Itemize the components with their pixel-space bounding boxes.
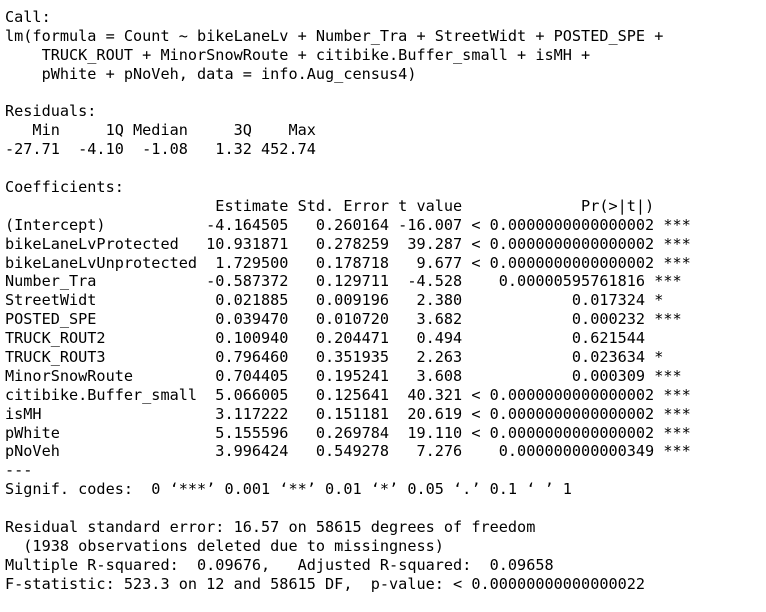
coefficient-row: Number_Tra -0.587372 0.129711 -4.528 0.0… <box>5 272 682 291</box>
signif-codes-legend: Signif. codes: 0 ‘***’ 0.001 ‘**’ 0.01 ‘… <box>5 480 572 499</box>
r-squared-line: Multiple R-squared: 0.09676, Adjusted R-… <box>5 555 563 574</box>
residuals-header: Residuals: <box>5 102 97 121</box>
coefficient-row: citibike.Buffer_small 5.066005 0.125641 … <box>5 385 691 404</box>
coefficient-row: bikeLaneLvUnprotected 1.729500 0.178718 … <box>5 253 691 272</box>
coefficient-row: (Intercept) -4.164505 0.260164 -16.007 <… <box>5 215 691 234</box>
coefficient-row: bikeLaneLvProtected 10.931871 0.278259 3… <box>5 234 691 253</box>
coefficient-row: POSTED_SPE 0.039470 0.010720 3.682 0.000… <box>5 310 682 329</box>
call-header: Call: <box>5 8 51 26</box>
separator-line: --- <box>5 461 33 480</box>
call-formula-line-2: TRUCK_ROUT + MinorSnowRoute + citibike.B… <box>5 45 591 64</box>
call-formula-line-1: lm(formula = Count ~ bikeLaneLv + Number… <box>5 26 664 45</box>
coefficient-row: pWhite 5.155596 0.269784 19.110 < 0.0000… <box>5 423 691 442</box>
coefficient-row: isMH 3.117222 0.151181 20.619 < 0.000000… <box>5 404 691 423</box>
residual-standard-error: Residual standard error: 16.57 on 58615 … <box>5 518 536 537</box>
r-console-output[interactable]: Call: lm(formula = Count ~ bikeLaneLv + … <box>0 0 766 612</box>
residuals-values: -27.71 -4.10 -1.08 1.32 452.74 <box>5 140 326 159</box>
call-formula-line-3: pWhite + pNoVeh, data = info.Aug_census4… <box>5 64 417 83</box>
coefficient-row: TRUCK_ROUT2 0.100940 0.204471 0.494 0.62… <box>5 329 682 348</box>
coefficient-row: MinorSnowRoute 0.704405 0.195241 3.608 0… <box>5 366 682 385</box>
coefficient-row: StreetWidt 0.021885 0.009196 2.380 0.017… <box>5 291 682 310</box>
residuals-column-labels: Min 1Q Median 3Q Max <box>5 121 326 140</box>
missing-observations-note: (1938 observations deleted due to missin… <box>5 536 444 555</box>
coefficients-column-headers: Estimate Std. Error t value Pr(>|t|) <box>5 196 691 215</box>
coefficients-header: Coefficients: <box>5 178 124 197</box>
coefficient-row: TRUCK_ROUT3 0.796460 0.351935 2.263 0.02… <box>5 348 682 367</box>
coefficient-row: pNoVeh 3.996424 0.549278 7.276 0.0000000… <box>5 442 691 461</box>
f-statistic-line: F-statistic: 523.3 on 12 and 58615 DF, p… <box>5 574 646 593</box>
